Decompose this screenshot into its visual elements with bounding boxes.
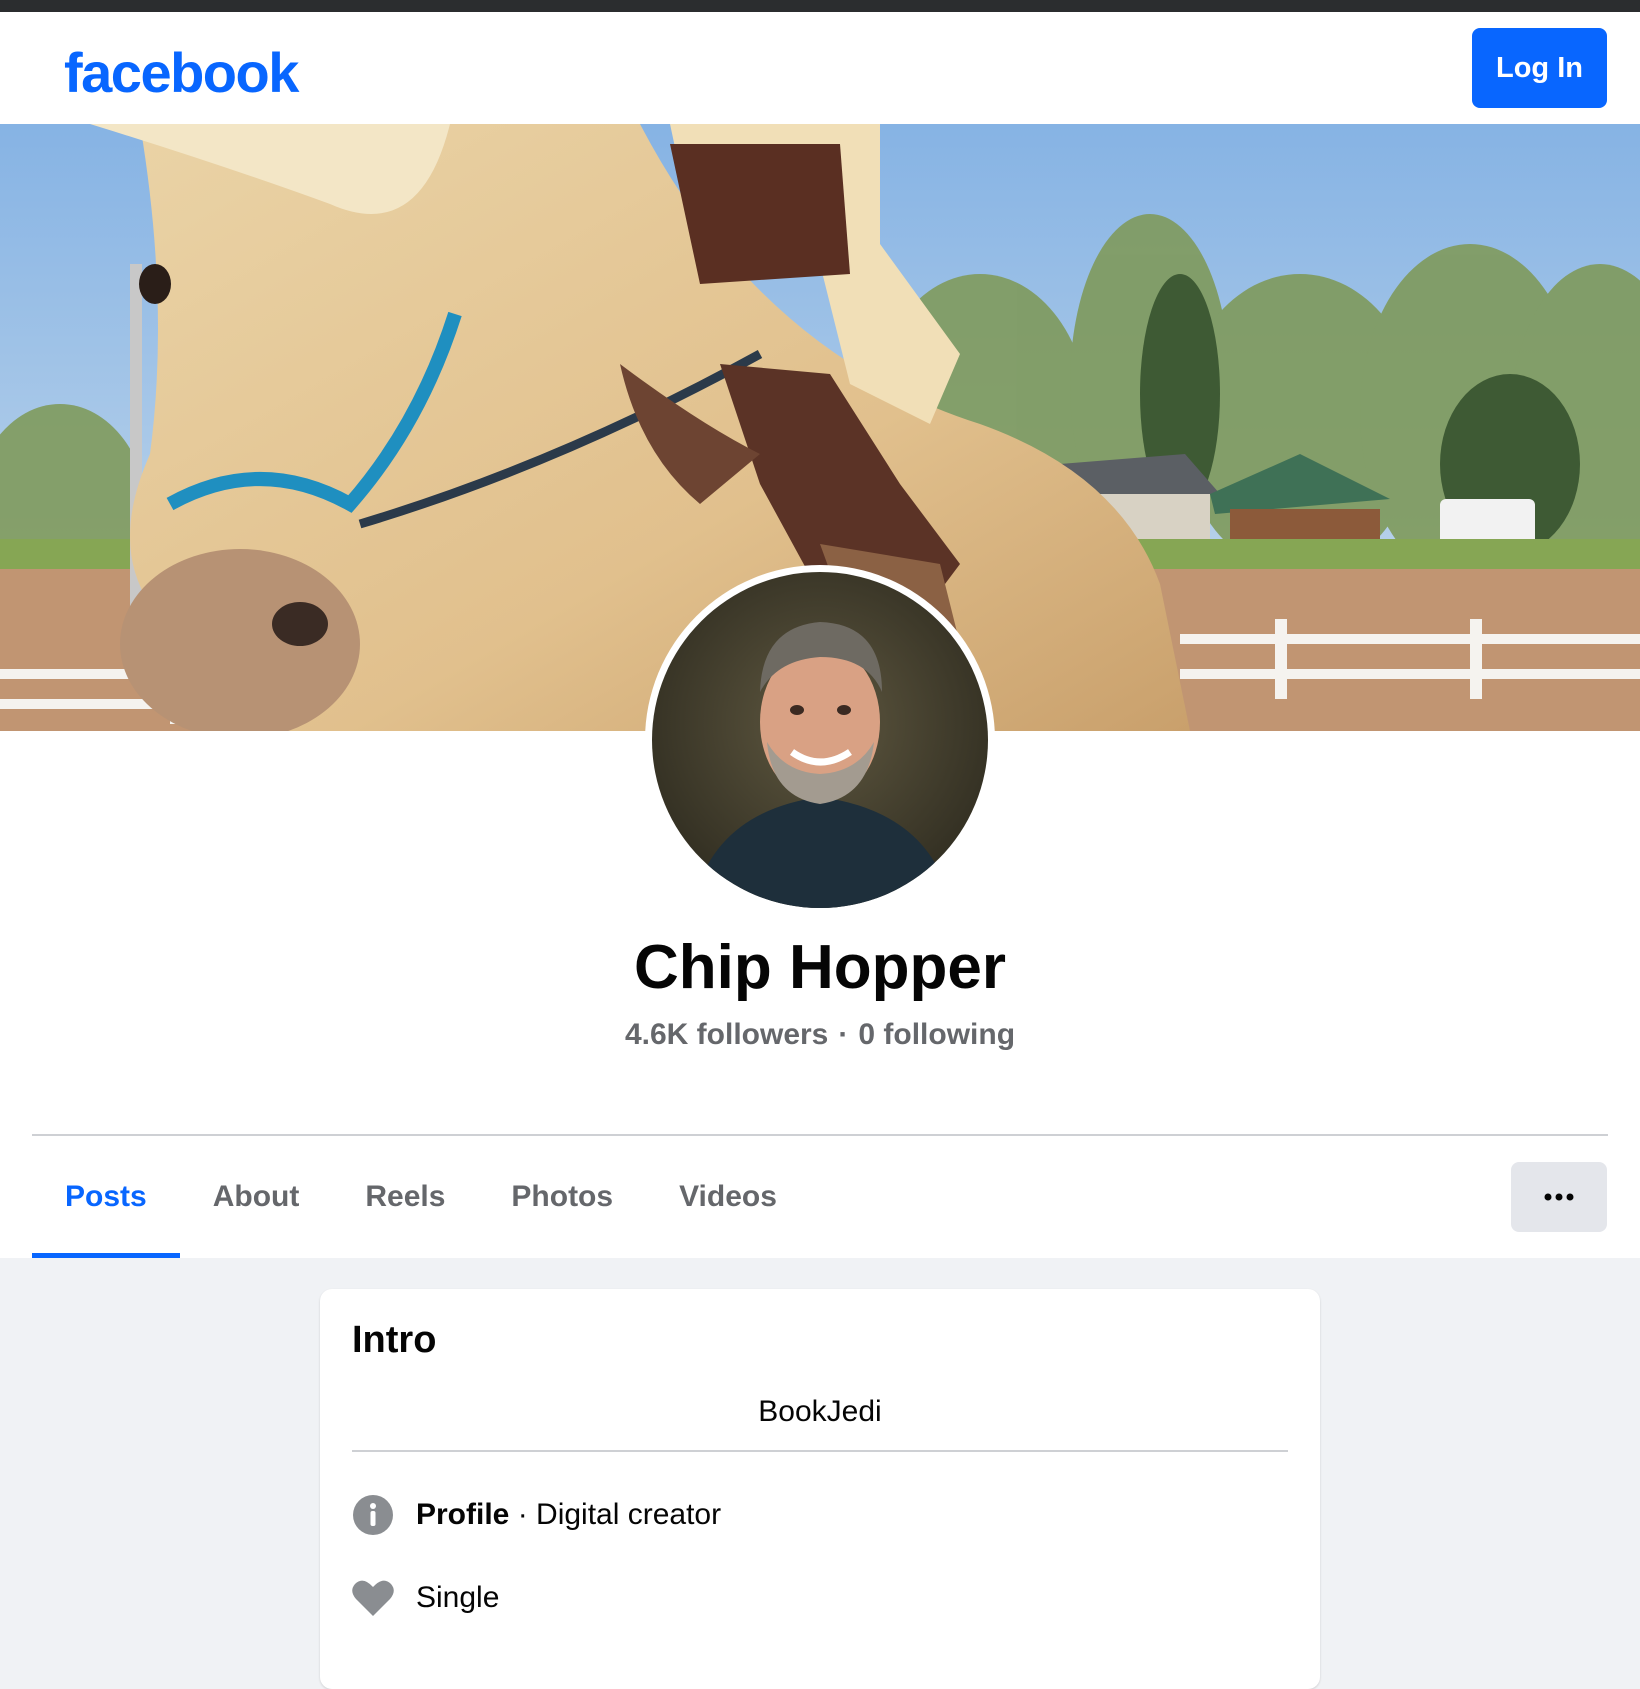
tab-videos[interactable]: Videos: [646, 1136, 810, 1258]
intro-category-value: Digital creator: [536, 1498, 722, 1531]
intro-card: Intro BookJedi Profile · Digital creator…: [320, 1289, 1320, 1689]
heart-icon: [352, 1577, 394, 1619]
intro-title: Intro: [352, 1319, 437, 1361]
more-horizontal-icon: [1544, 1193, 1574, 1201]
following-count[interactable]: 0 following: [858, 1018, 1015, 1051]
followers-count[interactable]: 4.6K followers: [625, 1018, 828, 1051]
log-in-button[interactable]: Log In: [1472, 28, 1607, 108]
profile-avatar[interactable]: [645, 565, 995, 915]
more-options-button[interactable]: [1511, 1162, 1607, 1232]
intro-relationship-row: Single: [352, 1577, 499, 1619]
browser-top-strip: [0, 0, 1640, 12]
info-icon: [352, 1494, 394, 1536]
intro-category-row: Profile · Digital creator: [352, 1494, 721, 1536]
top-navigation-bar: facebook Log In: [0, 12, 1640, 125]
intro-relationship: Single: [416, 1581, 500, 1614]
intro-divider: [352, 1450, 1288, 1452]
profile-name: Chip Hopper: [634, 933, 1006, 1002]
intro-category-label: Profile: [416, 1498, 510, 1531]
profile-stats: 4.6K followers · 0 following: [0, 1018, 1640, 1052]
tab-posts[interactable]: Posts: [32, 1136, 180, 1258]
profile-photo-image: [652, 572, 988, 908]
profile-tabs: Posts About Reels Photos Videos: [32, 1136, 810, 1258]
stats-separator: ·: [838, 1018, 849, 1051]
facebook-logo[interactable]: facebook: [64, 40, 299, 105]
tab-reels[interactable]: Reels: [332, 1136, 478, 1258]
intro-bio: BookJedi: [758, 1395, 882, 1428]
tab-about[interactable]: About: [180, 1136, 333, 1258]
tab-photos[interactable]: Photos: [478, 1136, 646, 1258]
intro-category-separator: ·: [509, 1498, 537, 1531]
